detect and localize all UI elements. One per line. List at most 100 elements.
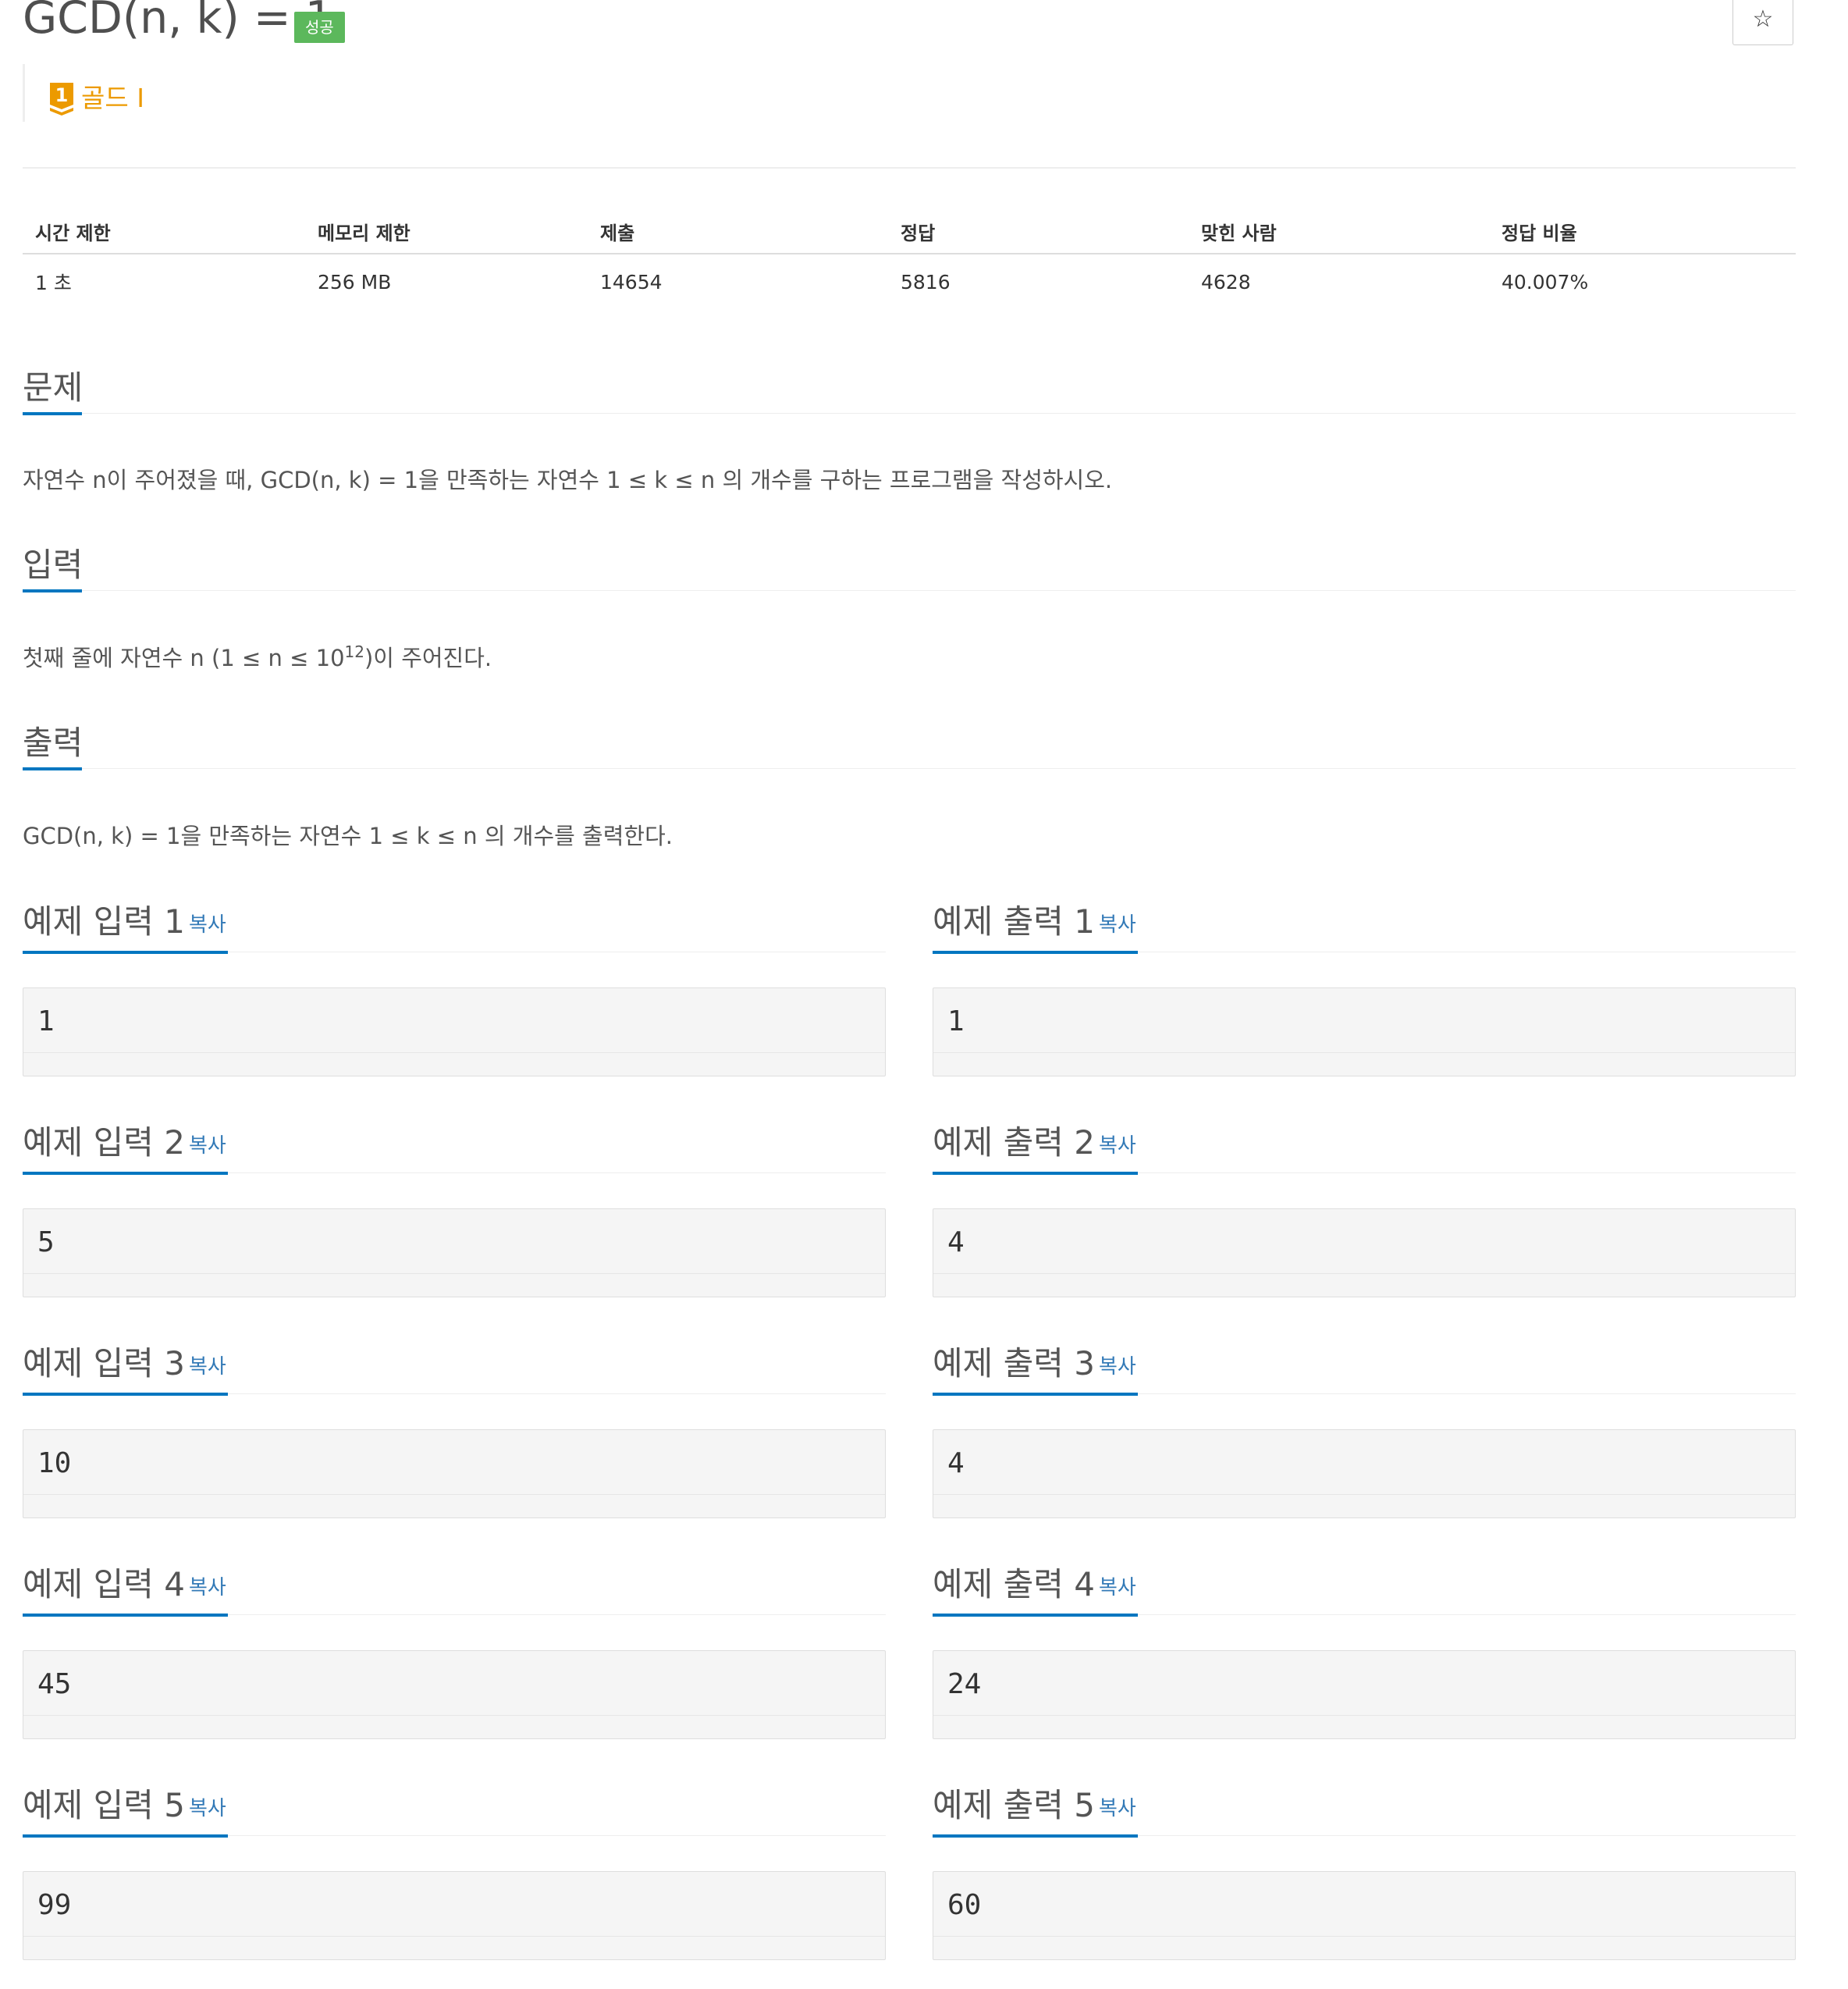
- time-limit-header: 시간 제한: [23, 209, 305, 254]
- submissions-value: 14654: [600, 270, 663, 294]
- sample-input-2-heading: 예제 입력 2 복사: [23, 1119, 886, 1175]
- sample-output-1-title: 예제 출력 1: [933, 902, 1095, 941]
- problem-heading-text: 문제: [23, 368, 84, 407]
- sample-input-1[interactable]: 1: [23, 987, 886, 1076]
- sample-input-3-value: 10: [37, 1447, 72, 1479]
- heading-underline: [23, 412, 82, 415]
- sample-rule: [933, 1273, 1795, 1274]
- heading-rule: [23, 590, 1796, 591]
- problem-description-text: 자연수 n이 주어졌을 때, GCD(n, k) = 1을 만족하는 자연수 1…: [23, 467, 1113, 493]
- accuracy-header: 정답 비율: [1489, 209, 1796, 254]
- heading-underline: [933, 1393, 1138, 1396]
- sample-input-4-title: 예제 입력 4: [23, 1565, 185, 1603]
- memory-limit-value: 256 MB: [318, 270, 392, 294]
- sample-output-4-heading: 예제 출력 4 복사: [933, 1560, 1796, 1617]
- copy-output-2-button[interactable]: 복사: [1099, 1136, 1136, 1156]
- sample-output-4-value: 24: [947, 1668, 982, 1700]
- sample-output-1[interactable]: 1: [933, 987, 1796, 1076]
- heading-rule: [23, 768, 1796, 769]
- problem-title-text: GCD(n, k) = 1: [23, 0, 333, 44]
- output-description-text: GCD(n, k) = 1을 만족하는 자연수 1 ≤ k ≤ n 의 개수를 …: [23, 823, 673, 849]
- sample-input-2[interactable]: 5: [23, 1208, 886, 1297]
- sample-input-5-heading: 예제 입력 5 복사: [23, 1781, 886, 1838]
- info-value-row: 1 초 256 MB 14654 5816 4628 40.007%: [23, 254, 1796, 309]
- sample-input-5-title: 예제 입력 5: [23, 1786, 185, 1824]
- accepted-value: 5816: [901, 270, 951, 294]
- sample-rule: [933, 1715, 1795, 1716]
- accepted-header: 정답: [888, 209, 1189, 254]
- sample-input-4-value: 45: [37, 1668, 72, 1700]
- heading-underline: [933, 1614, 1138, 1617]
- sample-output-4-title: 예제 출력 4: [933, 1565, 1095, 1603]
- copy-input-3-button[interactable]: 복사: [189, 1357, 226, 1377]
- sample-output-1-value: 1: [947, 1005, 965, 1037]
- heading-rule: [23, 413, 1796, 414]
- heading-underline: [23, 1614, 228, 1617]
- problem-info-table: 시간 제한 메모리 제한 제출 정답 맞힌 사람 정답 비율 1 초 256 M…: [23, 209, 1796, 309]
- input-text-after: )이 주어진다.: [364, 645, 492, 671]
- sample-rule: [23, 1494, 885, 1495]
- problem-container: GCD(n, k) = 1 성공 ☆ 1 골드 I 시간 제한 메모리 제한 제…: [23, 0, 1796, 1960]
- sample-output-2[interactable]: 4: [933, 1208, 1796, 1297]
- sample-output-2-heading: 예제 출력 2 복사: [933, 1119, 1796, 1175]
- input-text-exponent: 12: [344, 642, 364, 661]
- sample-input-5-value: 99: [37, 1889, 72, 1921]
- sample-output-1-heading: 예제 출력 1 복사: [933, 898, 1796, 954]
- sample-output-3-heading: 예제 출력 3 복사: [933, 1340, 1796, 1396]
- status-badge: 성공: [294, 12, 345, 43]
- info-header-row: 시간 제한 메모리 제한 제출 정답 맞힌 사람 정답 비율: [23, 209, 1796, 254]
- sample-input-5[interactable]: 99: [23, 1871, 886, 1960]
- title-divider: [23, 167, 1796, 169]
- copy-input-2-button[interactable]: 복사: [189, 1136, 226, 1156]
- heading-underline: [933, 1172, 1138, 1175]
- tier-label[interactable]: 골드 I: [81, 77, 144, 115]
- sample-input-2-value: 5: [37, 1226, 55, 1258]
- sample-rule: [23, 1936, 885, 1937]
- favorite-button[interactable]: ☆: [1732, 0, 1793, 45]
- heading-underline: [23, 1393, 228, 1396]
- sample-rule: [933, 1494, 1795, 1495]
- sample-input-1-heading: 예제 입력 1 복사: [23, 898, 886, 954]
- input-description-text: 첫째 줄에 자연수 n (1 ≤ n ≤ 1012)이 주어진다.: [23, 640, 492, 673]
- gold-tier-icon: 1: [50, 83, 73, 116]
- heading-underline: [23, 1172, 228, 1175]
- sample-input-3[interactable]: 10: [23, 1429, 886, 1518]
- heading-underline: [933, 1834, 1138, 1838]
- heading-underline: [933, 951, 1138, 954]
- copy-input-5-button[interactable]: 복사: [189, 1799, 226, 1819]
- copy-output-1-button[interactable]: 복사: [1099, 915, 1136, 935]
- sample-rule: [23, 1273, 885, 1274]
- sample-output-2-value: 4: [947, 1226, 965, 1258]
- copy-input-4-button[interactable]: 복사: [189, 1578, 226, 1598]
- sample-input-4-heading: 예제 입력 4 복사: [23, 1560, 886, 1617]
- input-text-before: 첫째 줄에 자연수 n (1 ≤ n ≤ 10: [23, 645, 345, 671]
- star-icon: ☆: [1752, 5, 1774, 33]
- sample-output-5-title: 예제 출력 5: [933, 1786, 1095, 1824]
- tier-number: 1: [55, 84, 69, 106]
- copy-output-4-button[interactable]: 복사: [1099, 1578, 1136, 1598]
- heading-underline: [23, 1834, 228, 1838]
- sample-output-5-heading: 예제 출력 5 복사: [933, 1781, 1796, 1838]
- title-row: GCD(n, k) = 1 성공 ☆: [23, 0, 1796, 47]
- sample-output-3[interactable]: 4: [933, 1429, 1796, 1518]
- memory-limit-header: 메모리 제한: [305, 209, 588, 254]
- tier-row: 1 골드 I: [23, 64, 163, 122]
- time-limit-value: 1 초: [35, 272, 72, 294]
- sample-output-5[interactable]: 60: [933, 1871, 1796, 1960]
- solved-users-value: 4628: [1201, 270, 1251, 294]
- sample-input-4[interactable]: 45: [23, 1650, 886, 1739]
- input-heading-text: 입력: [23, 546, 84, 584]
- sample-rule: [933, 1052, 1795, 1053]
- sample-input-1-title: 예제 입력 1: [23, 902, 185, 941]
- sample-input-3-heading: 예제 입력 3 복사: [23, 1340, 886, 1396]
- copy-input-1-button[interactable]: 복사: [189, 915, 226, 935]
- heading-underline: [23, 951, 228, 954]
- sample-input-2-title: 예제 입력 2: [23, 1123, 185, 1162]
- sample-rule: [23, 1715, 885, 1716]
- sample-output-4[interactable]: 24: [933, 1650, 1796, 1739]
- problem-title: GCD(n, k) = 1: [23, 0, 333, 43]
- output-heading-text: 출력: [23, 724, 84, 762]
- sample-output-2-title: 예제 출력 2: [933, 1123, 1095, 1162]
- copy-output-5-button[interactable]: 복사: [1099, 1799, 1136, 1819]
- copy-output-3-button[interactable]: 복사: [1099, 1357, 1136, 1377]
